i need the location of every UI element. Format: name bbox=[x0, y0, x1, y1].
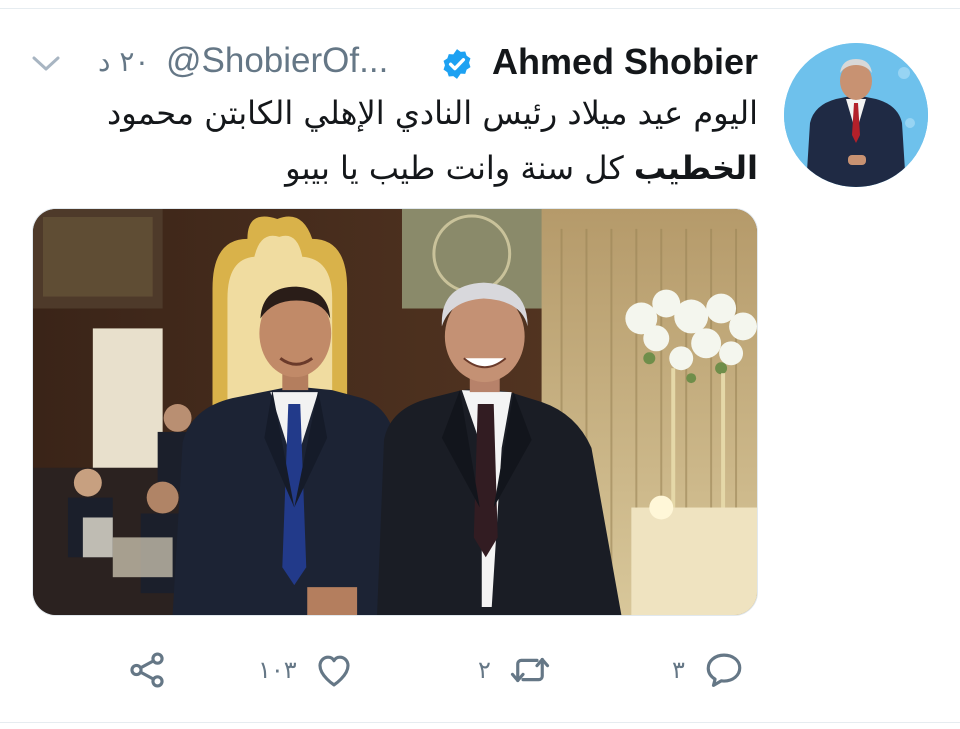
like-count: ١٠٣ bbox=[258, 656, 297, 684]
retweet-button[interactable]: ٢ bbox=[478, 640, 551, 700]
tweet-photo[interactable] bbox=[32, 208, 758, 616]
retweet-count: ٢ bbox=[478, 656, 491, 684]
avatar[interactable] bbox=[784, 43, 928, 187]
reply-button[interactable]: ٣ bbox=[672, 640, 745, 700]
heart-icon bbox=[318, 655, 350, 687]
tweet-text-rest: كل سنة وانت طيب يا بيبو bbox=[285, 149, 634, 187]
tweet-header: ٢٠ د @ShobierOf... Ahmed Shobier bbox=[28, 38, 758, 88]
tweet-actions: ٣ ٢ ١٠٣ bbox=[0, 640, 960, 700]
reply-icon bbox=[706, 653, 742, 687]
tweet-text: اليوم عيد ميلاد رئيس النادي الإهلي الكاب… bbox=[38, 86, 758, 196]
verified-badge-icon bbox=[443, 49, 471, 79]
tweet-text-line-1: اليوم عيد ميلاد رئيس النادي الإهلي الكاب… bbox=[106, 94, 758, 132]
top-divider bbox=[0, 8, 960, 9]
bottom-divider bbox=[0, 722, 960, 723]
tweet-mention[interactable]: الخطيب bbox=[634, 149, 758, 187]
chevron-down-icon[interactable] bbox=[30, 52, 62, 74]
author-handle[interactable]: @ShobierOf... bbox=[166, 41, 388, 81]
reply-count: ٣ bbox=[672, 656, 685, 684]
tweet-text-line-2: الخطيب كل سنة وانت طيب يا بيبو bbox=[38, 141, 758, 196]
share-icon bbox=[130, 652, 164, 688]
photo-content bbox=[33, 209, 757, 615]
like-button[interactable]: ١٠٣ bbox=[258, 640, 355, 700]
tweet-time[interactable]: ٢٠ د bbox=[98, 45, 149, 78]
retweet-icon bbox=[510, 657, 549, 683]
author-name[interactable]: Ahmed Shobier bbox=[492, 41, 758, 83]
avatar-image bbox=[784, 43, 928, 187]
share-button[interactable] bbox=[126, 640, 168, 700]
